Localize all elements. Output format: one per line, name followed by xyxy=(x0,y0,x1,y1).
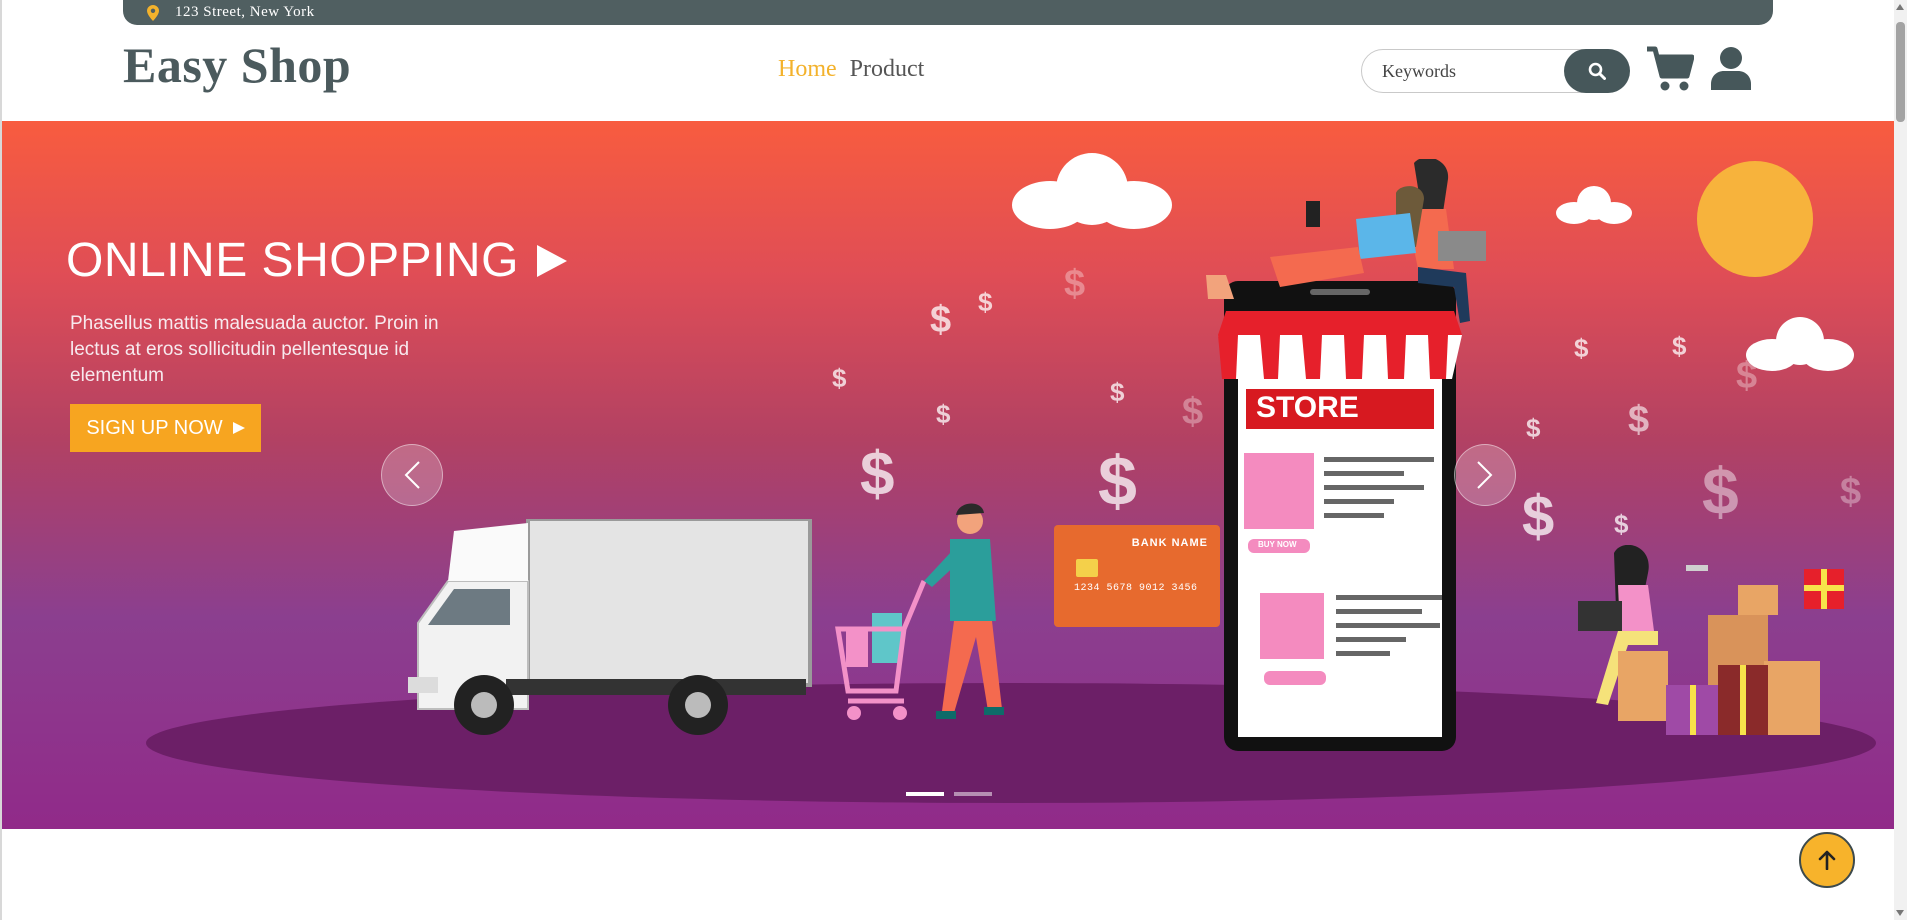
nav-home[interactable]: Home xyxy=(778,56,837,83)
brand-logo[interactable]: Easy Shop xyxy=(123,36,351,94)
topbar: 123 Street, New York xyxy=(123,0,1773,25)
chevron-left-icon xyxy=(404,461,420,489)
dollar-decoration: $ xyxy=(1182,391,1204,433)
dollar-decoration: $ xyxy=(1702,454,1739,528)
page-scrollbar[interactable] xyxy=(1894,0,1907,920)
dollar-decoration: $ xyxy=(1736,355,1758,397)
dollar-decoration: $ xyxy=(1628,399,1650,441)
carousel-prev-button[interactable] xyxy=(381,444,443,506)
carousel-indicators xyxy=(906,792,992,796)
card-chip xyxy=(1076,559,1098,577)
nav-product[interactable]: Product xyxy=(850,56,925,83)
dollar-decoration: $ xyxy=(1522,484,1555,549)
card-number: 1234 5678 9012 3456 xyxy=(1074,583,1198,594)
signup-button-label: SIGN UP NOW xyxy=(86,416,223,439)
truck-illustration xyxy=(408,519,812,735)
play-icon xyxy=(536,244,567,277)
hero-title: ONLINE SHOPPING xyxy=(66,233,567,288)
dollar-decoration: $ xyxy=(930,299,952,341)
search-icon xyxy=(1588,62,1606,80)
carousel-next-button[interactable] xyxy=(1454,444,1516,506)
dollar-decoration: $ xyxy=(832,363,847,393)
chevron-right-icon xyxy=(1477,461,1493,489)
dollar-decoration: $ xyxy=(1098,442,1137,520)
arrow-up-icon xyxy=(1818,850,1836,870)
carousel-indicator-2[interactable] xyxy=(954,792,992,796)
carousel-indicator-1[interactable] xyxy=(906,792,944,796)
user-icon[interactable] xyxy=(1711,46,1751,90)
dollar-decoration: $ xyxy=(860,440,895,509)
cloud-illustration xyxy=(1012,153,1172,229)
dollar-decoration: $ xyxy=(1574,333,1589,363)
address-text: 123 Street, New York xyxy=(175,4,315,20)
cloud-illustration xyxy=(1556,186,1632,224)
dollar-decoration: $ xyxy=(1672,331,1687,361)
cart-icon[interactable] xyxy=(1646,46,1694,92)
dollar-decoration: $ xyxy=(978,287,993,317)
scroll-to-top-button[interactable] xyxy=(1799,832,1855,888)
woman-with-gifts-illustration xyxy=(1578,545,1844,735)
dollar-decoration: $ xyxy=(1064,263,1086,305)
card-bank-name: BANK NAME xyxy=(1131,537,1208,549)
dollar-decoration: $ xyxy=(1614,509,1629,539)
main-nav: Home Product xyxy=(778,56,924,83)
dollar-decoration: $ xyxy=(1110,377,1125,407)
store-sign-text: STORE xyxy=(1256,391,1359,424)
scroll-up-arrow-icon[interactable] xyxy=(1896,4,1904,10)
search-box xyxy=(1361,49,1630,93)
phone-store-illustration xyxy=(1218,281,1462,751)
shopper-with-cart-illustration xyxy=(835,503,1004,720)
hero-subtitle: Phasellus mattis malesuada auctor. Proin… xyxy=(70,313,439,386)
dollar-decoration: $ xyxy=(1840,471,1862,513)
cloud-illustration xyxy=(1746,317,1854,371)
search-button[interactable] xyxy=(1564,49,1630,93)
sun-illustration xyxy=(1697,161,1813,277)
scroll-down-arrow-icon[interactable] xyxy=(1896,910,1904,916)
play-icon xyxy=(232,422,245,434)
people-on-phone-illustration xyxy=(1206,159,1486,323)
hero-carousel: $ $ $ $ $ $ $ $ $ $ $ $ $ $ $ $ $ $ ONLI… xyxy=(2,121,1894,829)
hero-title-text: ONLINE SHOPPING xyxy=(66,234,519,287)
scrollbar-thumb[interactable] xyxy=(1896,22,1905,122)
signup-button[interactable]: SIGN UP NOW xyxy=(70,404,261,452)
credit-card-illustration: BANK NAME 1234 5678 9012 3456 xyxy=(1054,525,1220,627)
dollar-decoration: $ xyxy=(1526,413,1541,443)
map-pin-icon xyxy=(147,4,161,22)
buy-now-label: BUY NOW xyxy=(1258,540,1297,549)
search-input[interactable] xyxy=(1382,58,1552,84)
dollar-decoration: $ xyxy=(936,399,951,429)
